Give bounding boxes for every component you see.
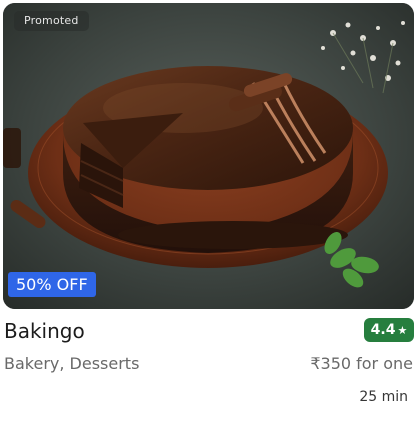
restaurant-image[interactable]: Promoted 50% OFF [3, 3, 414, 309]
delivery-time: 25 min [359, 389, 408, 405]
rating-badge: 4.4 ★ [364, 318, 414, 342]
star-icon: ★ [397, 324, 408, 337]
promoted-badge: Promoted [14, 11, 89, 31]
rating-value: 4.4 [370, 322, 396, 338]
price-for-one: ₹350 for one [310, 354, 413, 373]
restaurant-name[interactable]: Bakingo [4, 318, 85, 344]
restaurant-card[interactable]: Promoted 50% OFF Bakingo 4.4 ★ Bakery, De… [0, 0, 417, 432]
cuisine-list: Bakery, Desserts [4, 354, 140, 373]
offer-badge: 50% OFF [8, 272, 96, 297]
chocolate-cake-image [3, 3, 414, 309]
